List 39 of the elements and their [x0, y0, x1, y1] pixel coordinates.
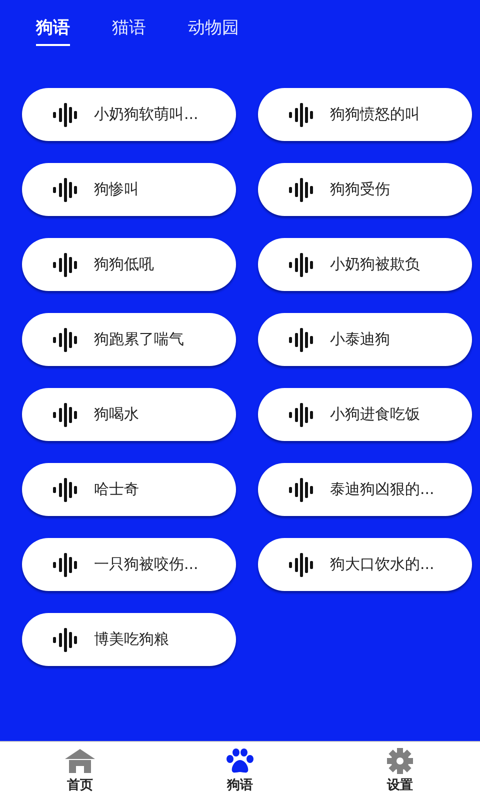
sound-wave-icon — [288, 552, 314, 578]
tab[interactable]: 猫语 — [112, 16, 146, 46]
sound-button[interactable]: 狗狗受伤 — [258, 163, 472, 216]
sound-wave-icon — [52, 102, 78, 128]
settings-icon — [384, 748, 416, 774]
sound-button[interactable]: 泰迪狗凶狠的... — [258, 463, 472, 516]
sound-button[interactable]: 小奶狗软萌叫... — [22, 88, 236, 141]
sound-wave-icon — [52, 176, 78, 202]
sound-wave-icon — [288, 476, 314, 502]
tab[interactable]: 狗语 — [36, 16, 70, 46]
nav-item[interactable]: 狗语 — [160, 742, 320, 800]
nav-item[interactable]: 设置 — [320, 742, 480, 800]
sound-wave-icon — [288, 402, 314, 428]
sound-wave-icon — [288, 252, 314, 278]
sound-wave-icon — [52, 552, 78, 578]
sound-wave-icon — [288, 176, 314, 202]
sound-button[interactable]: 狗狗低吼 — [22, 238, 236, 291]
sound-button[interactable]: 小泰迪狗 — [258, 313, 472, 366]
sound-wave-icon — [288, 102, 314, 128]
sound-button[interactable]: 小狗进食吃饭 — [258, 388, 472, 441]
sound-button[interactable]: 一只狗被咬伤... — [22, 538, 236, 591]
sound-button[interactable]: 狗喝水 — [22, 388, 236, 441]
sound-wave-icon — [52, 326, 78, 352]
tab[interactable]: 动物园 — [188, 16, 239, 46]
sound-wave-icon — [52, 402, 78, 428]
home-icon — [64, 748, 96, 774]
sound-button[interactable]: 狗跑累了喘气 — [22, 313, 236, 366]
sound-button[interactable]: 狗惨叫 — [22, 163, 236, 216]
sound-button[interactable]: 哈士奇 — [22, 463, 236, 516]
sound-wave-icon — [52, 252, 78, 278]
sound-wave-icon — [52, 626, 78, 652]
sound-button[interactable]: 狗大口饮水的... — [258, 538, 472, 591]
sound-button[interactable]: 狗狗愤怒的叫 — [258, 88, 472, 141]
sound-button[interactable]: 小奶狗被欺负 — [258, 238, 472, 291]
sound-wave-icon — [288, 326, 314, 352]
sound-button[interactable]: 博美吃狗粮 — [22, 613, 236, 666]
nav-item[interactable]: 首页 — [0, 742, 160, 800]
sound-wave-icon — [52, 476, 78, 502]
paw-icon — [224, 748, 256, 774]
